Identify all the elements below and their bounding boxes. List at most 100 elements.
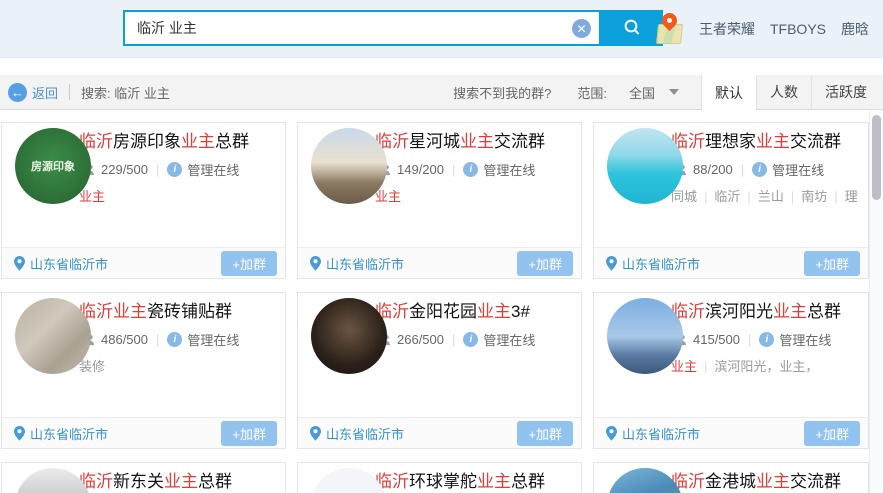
join-group-button[interactable]: +加群 bbox=[221, 421, 277, 446]
member-count: 415/500 bbox=[693, 332, 740, 347]
back-button[interactable]: ← 返回 bbox=[8, 83, 58, 102]
info-icon: i bbox=[167, 332, 182, 347]
member-count: 266/500 bbox=[397, 332, 444, 347]
group-grid: 房源印象 临沂房源印象业主总群 229/500 | i 管理在线 业主 bbox=[1, 122, 883, 493]
location-pin-icon bbox=[14, 256, 25, 271]
group-tags: 同城|临沂|兰山|南坊|理想家 bbox=[671, 186, 858, 205]
group-location: 山东省临沂市 bbox=[606, 254, 700, 273]
group-card[interactable]: 掌舵 临沂环球掌舵业主总群 bbox=[297, 462, 582, 493]
admin-status: 管理在线 bbox=[187, 330, 239, 349]
admin-status: 管理在线 bbox=[483, 160, 535, 179]
group-avatar bbox=[311, 128, 387, 204]
map-pin-icon[interactable] bbox=[657, 13, 684, 45]
hot-link-2[interactable]: TFBOYS bbox=[770, 21, 826, 37]
vertical-scrollbar[interactable] bbox=[869, 111, 883, 493]
search-box: ✕ bbox=[123, 10, 663, 46]
divider bbox=[69, 84, 70, 100]
chevron-down-icon[interactable] bbox=[669, 89, 679, 95]
location-text: 山东省临沂市 bbox=[326, 424, 404, 443]
sort-tabs: 默认 人数 活跃度 bbox=[701, 75, 883, 109]
join-group-button[interactable]: +加群 bbox=[517, 251, 573, 276]
tab-members[interactable]: 人数 bbox=[756, 75, 811, 109]
group-card[interactable]: 临沂星河城业主交流群 149/200 | i 管理在线 业主 bbox=[297, 122, 582, 279]
group-meta: 88/200 | i 管理在线 bbox=[671, 160, 858, 179]
toolbar-right: 搜索不到我的群? 范围: 全国 默认 人数 活跃度 bbox=[453, 75, 883, 109]
group-card[interactable]: 临沂理想家业主交流群 88/200 | i 管理在线 同城|临沂|兰山|南坊|理… bbox=[593, 122, 869, 279]
cant-find-group-link[interactable]: 搜索不到我的群? bbox=[453, 83, 551, 102]
group-meta: 229/500 | i 管理在线 bbox=[79, 160, 275, 179]
group-avatar bbox=[311, 298, 387, 374]
group-card[interactable]: 临沂滨河阳光业主总群 415/500 | i 管理在线 业主|滨河阳光，业主， bbox=[593, 292, 869, 449]
group-location: 山东省临沂市 bbox=[14, 254, 108, 273]
group-card[interactable]: 临沂新东关业主总群 bbox=[1, 462, 286, 493]
info-icon: i bbox=[752, 162, 767, 177]
tab-activity[interactable]: 活跃度 bbox=[811, 75, 883, 109]
magnifier-icon bbox=[621, 17, 643, 39]
card-footer: 山东省临沂市 +加群 bbox=[594, 417, 868, 448]
avatar-label: 房源印象 bbox=[31, 158, 75, 174]
group-card[interactable]: 临沂金港城业主交流群 bbox=[593, 462, 869, 493]
location-pin-icon bbox=[310, 426, 321, 441]
group-title[interactable]: 临沂业主瓷砖铺贴群 bbox=[79, 301, 275, 323]
group-meta: 149/200 | i 管理在线 bbox=[375, 160, 571, 179]
join-group-button[interactable]: +加群 bbox=[804, 251, 860, 276]
join-group-button[interactable]: +加群 bbox=[804, 421, 860, 446]
group-location: 山东省临沂市 bbox=[310, 424, 404, 443]
group-tags: 业主 bbox=[375, 186, 571, 205]
info-icon: i bbox=[463, 332, 478, 347]
member-count: 149/200 bbox=[397, 162, 444, 177]
group-card[interactable]: 临沂金阳花园业主3# 266/500 | i 管理在线 bbox=[297, 292, 582, 449]
group-title[interactable]: 临沂新东关业主总群 bbox=[79, 471, 275, 493]
location-text: 山东省临沂市 bbox=[30, 254, 108, 273]
group-card[interactable]: 临沂业主瓷砖铺贴群 486/500 | i 管理在线 装修 bbox=[1, 292, 286, 449]
card-footer: 山东省临沂市 +加群 bbox=[298, 417, 581, 448]
group-title[interactable]: 临沂金港城业主交流群 bbox=[671, 471, 858, 493]
back-label: 返回 bbox=[32, 83, 58, 102]
join-group-button[interactable]: +加群 bbox=[517, 421, 573, 446]
info-icon: i bbox=[759, 332, 774, 347]
card-footer: 山东省临沂市 +加群 bbox=[2, 247, 285, 278]
search-input[interactable] bbox=[123, 10, 601, 46]
tab-default[interactable]: 默认 bbox=[701, 75, 756, 111]
group-title[interactable]: 临沂理想家业主交流群 bbox=[671, 131, 858, 153]
clear-search-icon[interactable]: ✕ bbox=[572, 19, 591, 38]
info-icon: i bbox=[463, 162, 478, 177]
info-icon: i bbox=[167, 162, 182, 177]
group-tags: 业主|滨河阳光，业主， bbox=[671, 356, 858, 375]
group-location: 山东省临沂市 bbox=[606, 424, 700, 443]
search-button[interactable] bbox=[601, 10, 663, 46]
admin-status: 管理在线 bbox=[772, 160, 824, 179]
admin-status: 管理在线 bbox=[187, 160, 239, 179]
group-meta: 266/500 | i 管理在线 bbox=[375, 330, 571, 349]
location-text: 山东省临沂市 bbox=[30, 424, 108, 443]
location-pin-icon bbox=[14, 426, 25, 441]
hot-link-1[interactable]: 王者荣耀 bbox=[699, 19, 755, 39]
admin-status: 管理在线 bbox=[779, 330, 831, 349]
divider: | bbox=[452, 332, 455, 347]
hot-link-3[interactable]: 鹿晗 bbox=[841, 19, 869, 39]
top-search-bar: ✕ 王者荣耀 TFBOYS 鹿晗 bbox=[0, 0, 883, 58]
hot-search-area: 王者荣耀 TFBOYS 鹿晗 bbox=[657, 0, 869, 58]
group-title[interactable]: 临沂金阳花园业主3# bbox=[375, 301, 571, 323]
location-pin-icon bbox=[606, 426, 617, 441]
scrollbar-thumb[interactable] bbox=[872, 115, 881, 200]
group-title[interactable]: 临沂房源印象业主总群 bbox=[79, 131, 275, 153]
results-area: 房源印象 临沂房源印象业主总群 229/500 | i 管理在线 业主 bbox=[0, 110, 883, 493]
group-title[interactable]: 临沂滨河阳光业主总群 bbox=[671, 301, 858, 323]
divider: | bbox=[156, 162, 159, 177]
join-group-button[interactable]: +加群 bbox=[221, 251, 277, 276]
group-title[interactable]: 临沂星河城业主交流群 bbox=[375, 131, 571, 153]
card-footer: 山东省临沂市 +加群 bbox=[298, 247, 581, 278]
group-avatar bbox=[607, 298, 683, 374]
location-text: 山东省临沂市 bbox=[622, 254, 700, 273]
group-location: 山东省临沂市 bbox=[14, 424, 108, 443]
admin-status: 管理在线 bbox=[483, 330, 535, 349]
group-avatar bbox=[15, 298, 91, 374]
divider: | bbox=[748, 332, 751, 347]
divider: | bbox=[741, 162, 744, 177]
group-title[interactable]: 临沂环球掌舵业主总群 bbox=[375, 471, 571, 493]
card-footer: 山东省临沂市 +加群 bbox=[2, 417, 285, 448]
group-location: 山东省临沂市 bbox=[310, 254, 404, 273]
group-card[interactable]: 房源印象 临沂房源印象业主总群 229/500 | i 管理在线 业主 bbox=[1, 122, 286, 279]
scope-select[interactable]: 全国 bbox=[629, 83, 655, 102]
